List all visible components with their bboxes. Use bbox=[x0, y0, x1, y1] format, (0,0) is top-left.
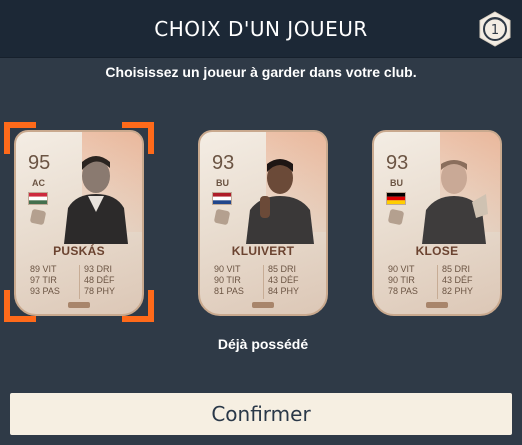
germany-flag-icon bbox=[386, 192, 406, 205]
page-title: CHOIX D'UN JOUEUR bbox=[154, 17, 368, 41]
chemistry-style-icon bbox=[252, 302, 274, 308]
stat-phy: 82 PHY bbox=[442, 286, 474, 296]
stat-pas: 93 PAS bbox=[30, 286, 60, 296]
player-photo bbox=[422, 160, 488, 244]
player-stats: 90 VIT 85 DRI 90 TIR 43 DÉF 78 PAS 82 PH… bbox=[388, 264, 488, 296]
instruction-text: Choisissez un joueur à garder dans votre… bbox=[105, 64, 417, 80]
stat-dri: 93 DRI bbox=[84, 264, 113, 274]
player-position: AC bbox=[32, 178, 45, 188]
netherlands-flag-icon bbox=[212, 192, 232, 205]
player-position: BU bbox=[390, 178, 403, 188]
player-position: BU bbox=[216, 178, 229, 188]
round-badge-number: 1 bbox=[491, 23, 499, 38]
club-badge-icon bbox=[213, 208, 231, 226]
stat-pas: 81 PAS bbox=[214, 286, 244, 296]
player-card: 93 BU KLUIVERT 90 VIT 85 DRI 90 TIR 43 D… bbox=[198, 130, 328, 316]
player-name: KLOSE bbox=[415, 244, 459, 258]
player-photo bbox=[246, 159, 314, 244]
player-card: 95 AC PUSKÁS 89 VIT 93 DRI 97 TIR 48 DÉF… bbox=[14, 130, 144, 316]
stat-def: 48 DÉF bbox=[84, 275, 115, 285]
player-card-option-3[interactable]: 93 BU KLOSE 90 VIT 85 DRI 90 TIR 43 DÉF … bbox=[362, 122, 512, 322]
stat-pas: 78 PAS bbox=[388, 286, 418, 296]
chemistry-style-icon bbox=[426, 302, 448, 308]
player-name: KLUIVERT bbox=[231, 244, 295, 258]
player-rating: 95 bbox=[28, 152, 51, 174]
stat-vit: 89 VIT bbox=[30, 264, 57, 274]
player-stats: 90 VIT 85 DRI 90 TIR 43 DÉF 81 PAS 84 PH… bbox=[214, 264, 314, 296]
player-card: 93 BU KLOSE 90 VIT 85 DRI 90 TIR 43 DÉF … bbox=[372, 130, 502, 316]
player-card-option-2[interactable]: 93 BU KLUIVERT 90 VIT 85 DRI 90 TIR 43 D… bbox=[188, 122, 338, 322]
stat-tir: 97 TIR bbox=[30, 275, 57, 285]
stat-tir: 90 TIR bbox=[214, 275, 241, 285]
player-rating: 93 bbox=[212, 152, 235, 174]
stat-def: 43 DÉF bbox=[268, 275, 299, 285]
stat-dri: 85 DRI bbox=[442, 264, 471, 274]
club-badge-icon bbox=[387, 208, 405, 226]
club-badge-icon bbox=[29, 208, 47, 226]
player-card-option-1[interactable]: 95 AC PUSKÁS 89 VIT 93 DRI 97 TIR 48 DÉF… bbox=[4, 122, 154, 322]
hungary-flag-icon bbox=[28, 192, 48, 205]
stat-phy: 78 PHY bbox=[84, 286, 116, 296]
stat-phy: 84 PHY bbox=[268, 286, 300, 296]
player-stats: 89 VIT 93 DRI 97 TIR 48 DÉF 93 PAS 78 PH… bbox=[30, 264, 130, 296]
stat-tir: 90 TIR bbox=[388, 275, 415, 285]
already-owned-label: Déjà possédé bbox=[217, 336, 309, 352]
confirm-button[interactable]: Confirmer bbox=[10, 393, 512, 435]
round-badge-icon: 1 bbox=[479, 11, 511, 47]
stat-vit: 90 VIT bbox=[388, 264, 415, 274]
stat-vit: 90 VIT bbox=[214, 264, 241, 274]
chemistry-style-icon bbox=[68, 302, 90, 308]
player-name: PUSKÁS bbox=[53, 244, 105, 258]
player-rating: 93 bbox=[386, 152, 409, 174]
stat-dri: 85 DRI bbox=[268, 264, 297, 274]
stat-def: 43 DÉF bbox=[442, 275, 473, 285]
player-photo bbox=[64, 156, 128, 244]
